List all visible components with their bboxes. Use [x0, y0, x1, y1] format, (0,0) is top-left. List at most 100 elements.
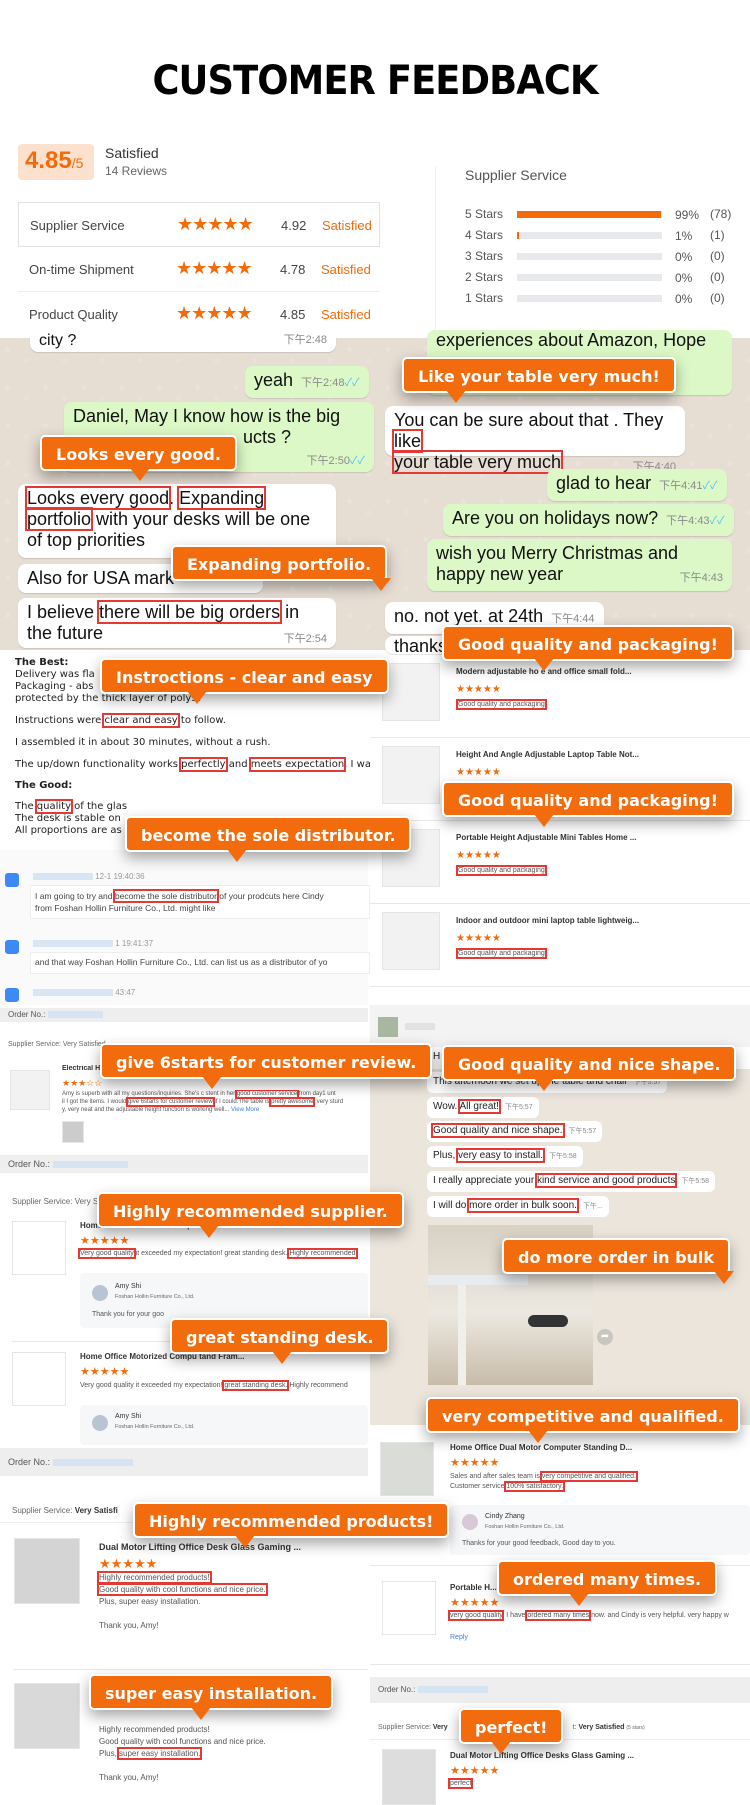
- product-title[interactable]: Dual Motor Lifting Office Desk Glass Gam…: [99, 1542, 301, 1552]
- callout-instructions: Instroctions - clear and easy: [100, 658, 389, 704]
- chat-message-sent: glad to hear 下午4:41✓✓: [547, 469, 727, 501]
- highlight: meets expectation: [248, 757, 347, 772]
- product-thumbnail[interactable]: [14, 1538, 80, 1604]
- seller-avatar-icon: [462, 1514, 478, 1530]
- distribution-count: (0): [710, 291, 725, 305]
- distribution-bar: [517, 253, 662, 260]
- distribution-row[interactable]: 3 Stars 0% (0): [465, 247, 750, 265]
- highlight: more order in bulk soon.: [467, 1198, 579, 1213]
- product-review-item: Portable Height Adjustable Mini Tables H…: [370, 821, 750, 904]
- product-title[interactable]: Electrical H: [62, 1065, 100, 1072]
- review-text: Very good quality it exceeded my expecta…: [78, 1248, 358, 1259]
- rating-status: Satisfied: [321, 307, 371, 322]
- seller-reply: Amy Shi Foshan Hollin Furniture Co., Ltd…: [80, 1405, 368, 1445]
- callout-sole-distributor: become the sole distributor.: [125, 816, 412, 862]
- seller-avatar-icon: [92, 1285, 108, 1301]
- highlight: perfectly: [179, 757, 228, 772]
- star-rating-icon: ★★★★★: [176, 258, 253, 278]
- highlight: quality: [34, 799, 74, 814]
- highlight: there will be big orders: [97, 600, 283, 624]
- callout-ordered-many-times: ordered many times.: [497, 1560, 718, 1606]
- rating-status: Satisfied: [322, 218, 372, 233]
- product-thumbnail[interactable]: [380, 1442, 434, 1496]
- distribution-row[interactable]: 5 Stars 99% (78): [465, 205, 750, 223]
- product-thumbnail[interactable]: [382, 746, 440, 804]
- product-title[interactable]: Portable H...: [450, 1583, 497, 1592]
- star-rating-icon: ★★★★★: [99, 1556, 158, 1571]
- star-level-label: 4 Stars: [465, 228, 504, 242]
- distribution-bar-fill: [517, 232, 520, 239]
- highlight: Good quality and nice shape.: [431, 1123, 565, 1138]
- product-title[interactable]: Portable Height Adjustable Mini Tables H…: [456, 833, 636, 842]
- distribution-count: (78): [710, 207, 732, 221]
- product-thumbnail[interactable]: [10, 1070, 50, 1110]
- product-thumbnail[interactable]: [12, 1221, 66, 1275]
- review-text: Highly recommended products! Good quality…: [99, 1725, 266, 1782]
- product-thumbnail[interactable]: [14, 1683, 80, 1749]
- product-review-item: Indoor and outdoor mini laptop table lig…: [370, 904, 750, 987]
- distribution-count: (0): [710, 270, 725, 284]
- overall-satisfaction: Satisfied: [105, 145, 159, 161]
- im-message: I am going to try and become the sole di…: [30, 885, 370, 919]
- im-message: and that way Foshan Hollin Furniture Co.…: [30, 952, 370, 974]
- supplier-service-rating: Supplier Service: Very Sa: [12, 1197, 103, 1206]
- star-rating-icon: ★★★★★: [456, 933, 501, 944]
- review-text: perfect: [447, 1778, 474, 1789]
- product-title[interactable]: Dual Motor Lifting Office Desks Glass Ga…: [450, 1751, 634, 1760]
- read-check-icon: ✓✓: [709, 515, 725, 527]
- callout-nice-shape: Good quality and nice shape.: [442, 1045, 737, 1091]
- product-thumbnail[interactable]: [382, 663, 440, 721]
- highlight: portfolio: [24, 507, 94, 531]
- product-thumbnail[interactable]: [382, 1581, 436, 1635]
- callout-quality-packaging-1: Good quality and packaging!: [442, 625, 734, 671]
- highlight: your table very much: [391, 450, 564, 474]
- distribution-bar-fill: [517, 211, 661, 218]
- rating-breakdown: Supplier Service ★★★★★ 4.92 Satisfied On…: [18, 202, 380, 337]
- chat-message-sent: yeah 下午2:48✓✓: [245, 366, 369, 398]
- product-thumbnail[interactable]: [12, 1352, 66, 1406]
- supplier-service-rating: Supplier Service: Very Satisfied: [8, 1041, 106, 1048]
- forward-icon[interactable]: ➦: [597, 1329, 613, 1345]
- callout-standing-desk: great standing desk.: [170, 1318, 390, 1364]
- distribution-row[interactable]: 4 Stars 1% (1): [465, 226, 750, 244]
- product-title[interactable]: Indoor and outdoor mini laptop table lig…: [456, 916, 639, 925]
- product-title[interactable]: Home Office Dual Motor Computer Standing…: [450, 1443, 632, 1452]
- chat-message: Plus, very easy to install. 下午5:58: [427, 1146, 583, 1167]
- star-rating-icon: ★★★★★: [177, 214, 254, 234]
- seller-avatar-icon: [92, 1415, 108, 1431]
- rating-value: 4.85: [280, 307, 306, 322]
- callout-quality-packaging-2: Good quality and packaging!: [442, 781, 734, 827]
- callout-recommended-products: Highly recommended products!: [133, 1502, 450, 1548]
- star-rating-icon: ★★★★★: [80, 1235, 130, 1247]
- reply-link[interactable]: Reply: [450, 1634, 468, 1641]
- review-count: 14 Reviews: [105, 164, 168, 178]
- product-thumbnail[interactable]: [382, 912, 440, 970]
- supplier-service-rating: Supplier Service: Very Satisfi: [12, 1506, 118, 1515]
- chat-message: I will do more order in bulk soon. 下午...: [427, 1196, 609, 1217]
- contact-avatar[interactable]: [378, 1017, 398, 1037]
- distribution-row[interactable]: 2 Stars 0% (0): [465, 268, 750, 286]
- distribution-count: (0): [710, 249, 725, 263]
- user-avatar-icon: [5, 988, 19, 1002]
- highlight: become the sole distributor: [112, 889, 219, 903]
- callout-expanding-portfolio: Expanding portfolio.: [171, 545, 392, 591]
- callout-easy-installation: super easy installation.: [89, 1674, 334, 1720]
- star-rating-icon: ★★★★★: [450, 1597, 500, 1609]
- rating-row-on-time-shipment[interactable]: On-time Shipment ★★★★★ 4.78 Satisfied: [18, 247, 380, 292]
- review-photo[interactable]: [62, 1121, 84, 1143]
- highlight: kind service and good products: [534, 1173, 678, 1188]
- product-title[interactable]: Height And Angle Adjustable Laptop Table…: [456, 750, 639, 759]
- view-more-link[interactable]: View More: [231, 1107, 259, 1113]
- rating-row-supplier-service[interactable]: Supplier Service ★★★★★ 4.92 Satisfied: [18, 202, 380, 247]
- review-text: Sales and after sales team is very compe…: [450, 1471, 639, 1492]
- distribution-bar: [517, 211, 662, 218]
- callout-6-stars: give 6starts for customer review.: [100, 1043, 433, 1089]
- distribution-count: (1): [710, 228, 725, 242]
- star-level-label: 3 Stars: [465, 249, 504, 263]
- distribution-bar: [517, 274, 662, 281]
- product-thumbnail[interactable]: [382, 1749, 436, 1805]
- chat-message: I really appreciate your kind service an…: [427, 1171, 715, 1192]
- rating-label: Supplier Service: [30, 218, 125, 233]
- distribution-row[interactable]: 1 Stars 0% (0): [465, 289, 750, 307]
- star-rating-icon: ★★★★★: [456, 850, 501, 861]
